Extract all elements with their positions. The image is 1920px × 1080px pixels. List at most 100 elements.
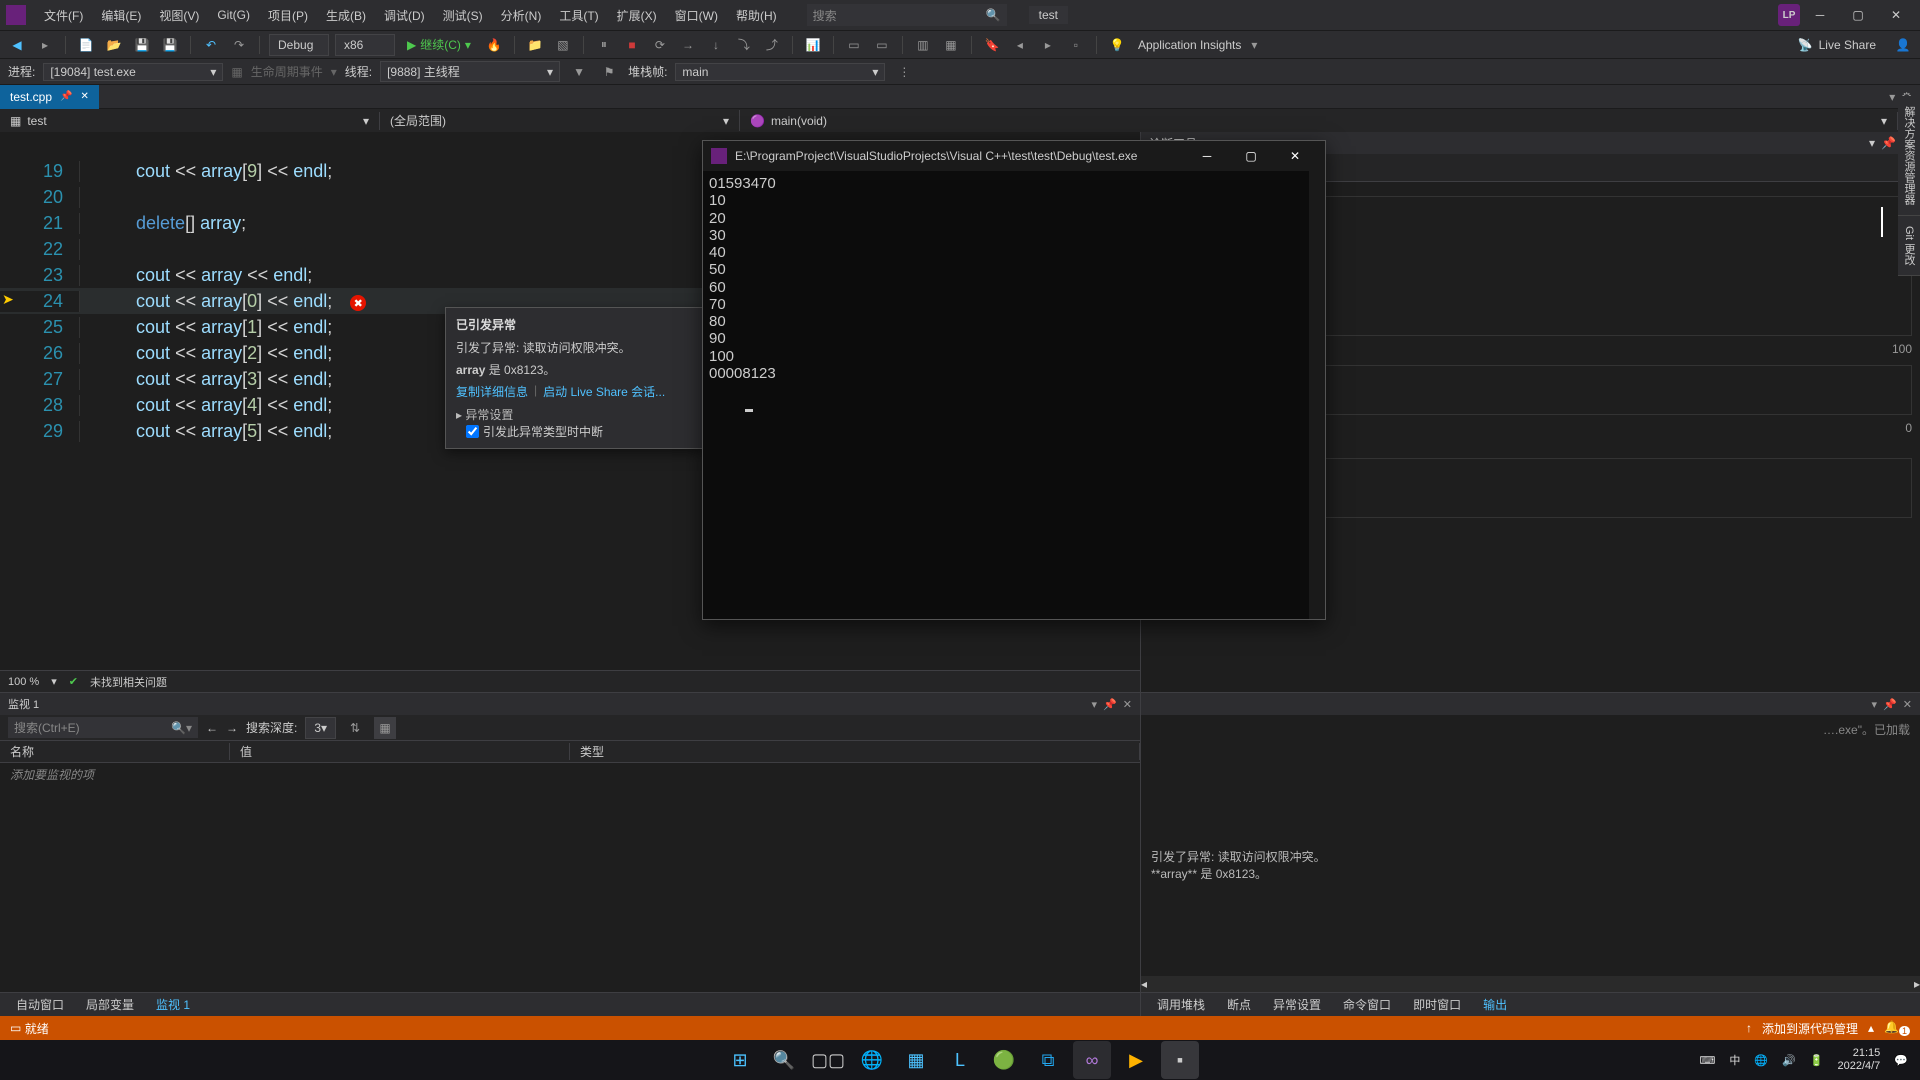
source-control-up-icon[interactable]: ↑ bbox=[1746, 1021, 1752, 1035]
source-control-label[interactable]: 添加到源代码管理 bbox=[1762, 1020, 1858, 1037]
continue-button[interactable]: ▶ 继续(C) ▾ bbox=[401, 36, 477, 53]
configuration-dropdown[interactable]: Debug bbox=[269, 34, 329, 56]
menu-build[interactable]: 生成(B) bbox=[318, 3, 374, 28]
save-icon[interactable]: 💾 bbox=[131, 34, 153, 56]
media-icon[interactable]: ▶ bbox=[1117, 1041, 1155, 1079]
sidetab-git-changes[interactable]: Git 更改 bbox=[1898, 216, 1920, 276]
new-item-icon[interactable]: 📄 bbox=[75, 34, 97, 56]
thread-dropdown[interactable]: [9888] 主线程▾ bbox=[380, 61, 560, 82]
tray-clock[interactable]: 21:15 2022/4/7 bbox=[1837, 1047, 1880, 1073]
output-dropdown-icon[interactable]: ▾ bbox=[1872, 698, 1878, 711]
menu-test[interactable]: 测试(S) bbox=[435, 3, 491, 28]
rulers-icon[interactable]: ▦ bbox=[940, 34, 962, 56]
bookmark-next-icon[interactable]: ▸ bbox=[1037, 34, 1059, 56]
save-all-icon[interactable]: 💾 bbox=[159, 34, 181, 56]
minimize-button[interactable]: ─ bbox=[1802, 1, 1838, 29]
output-body[interactable]: ….exe"。已加载 引发了异常: 读取访问权限冲突。 **array** 是 … bbox=[1141, 715, 1920, 976]
tab-exception-settings[interactable]: 异常设置 bbox=[1263, 993, 1331, 1016]
watch-col-name[interactable]: 名称 bbox=[0, 743, 230, 760]
app2-icon[interactable]: L bbox=[941, 1041, 979, 1079]
console-close-button[interactable]: ✕ bbox=[1273, 141, 1317, 171]
exc-break-checkbox[interactable] bbox=[466, 425, 479, 438]
tab-watch1[interactable]: 监视 1 bbox=[146, 993, 200, 1016]
terminal-icon[interactable]: ▪ bbox=[1161, 1041, 1199, 1079]
search-next-icon[interactable]: → bbox=[226, 721, 238, 735]
menu-project[interactable]: 项目(P) bbox=[260, 3, 316, 28]
undo-icon[interactable]: ↶ bbox=[200, 34, 222, 56]
process-dropdown[interactable]: [19084] test.exe▾ bbox=[43, 63, 223, 81]
vscode-icon[interactable]: ⧉ bbox=[1029, 1041, 1067, 1079]
nav-fwd-icon[interactable]: ▸ bbox=[34, 34, 56, 56]
zoom-level[interactable]: 100 % bbox=[8, 676, 39, 688]
watch-col-value[interactable]: 值 bbox=[230, 743, 570, 760]
tab-command[interactable]: 命令窗口 bbox=[1333, 993, 1401, 1016]
tray-ime[interactable]: 中 bbox=[1729, 1052, 1740, 1068]
tab-output[interactable]: 输出 bbox=[1473, 993, 1517, 1016]
menu-file[interactable]: 文件(F) bbox=[36, 3, 91, 28]
device-icon[interactable]: ▥ bbox=[912, 34, 934, 56]
tray-battery-icon[interactable]: 🔋 bbox=[1810, 1054, 1824, 1067]
console-window[interactable]: E:\ProgramProject\VisualStudioProjects\V… bbox=[702, 140, 1326, 620]
taskview-icon[interactable]: ▢▢ bbox=[809, 1041, 847, 1079]
platform-dropdown[interactable]: x86 bbox=[335, 34, 395, 56]
panel-close-icon[interactable]: ✕ bbox=[1123, 698, 1132, 711]
exc-settings-header[interactable]: ▸ 异常设置 bbox=[456, 406, 694, 423]
redo-icon[interactable]: ↷ bbox=[228, 34, 250, 56]
step-out-icon[interactable]: ⤴ bbox=[761, 34, 783, 56]
tab-callstack[interactable]: 调用堆栈 bbox=[1147, 993, 1215, 1016]
output-pin-icon[interactable]: 📌 bbox=[1883, 698, 1897, 711]
tab-immediate[interactable]: 即时窗口 bbox=[1403, 993, 1471, 1016]
tray-notifications-icon[interactable]: 💬 bbox=[1894, 1054, 1908, 1067]
stop-icon[interactable]: ■ bbox=[621, 34, 643, 56]
output-close-icon[interactable]: ✕ bbox=[1903, 698, 1912, 711]
tab-autos[interactable]: 自动窗口 bbox=[6, 993, 74, 1016]
watch-search-input[interactable]: 搜索(Ctrl+E)🔍▾ bbox=[8, 717, 198, 738]
console-titlebar[interactable]: E:\ProgramProject\VisualStudioProjects\V… bbox=[703, 141, 1325, 171]
chrome-icon[interactable]: 🟢 bbox=[985, 1041, 1023, 1079]
menu-git[interactable]: Git(G) bbox=[209, 4, 258, 26]
diag-pin-icon[interactable]: 📌 bbox=[1881, 136, 1896, 150]
filter-icon[interactable]: ▼ bbox=[568, 61, 590, 83]
step-next-icon[interactable]: → bbox=[677, 34, 699, 56]
user-avatar[interactable]: LP bbox=[1778, 4, 1800, 26]
restart-icon[interactable]: ⟳ bbox=[649, 34, 671, 56]
watch-add-row[interactable]: 添加要监视的项 bbox=[0, 763, 1140, 785]
nav-back-icon[interactable]: ◀ bbox=[6, 34, 28, 56]
console-scrollbar[interactable] bbox=[1309, 171, 1325, 619]
bookmark-prev-icon[interactable]: ◂ bbox=[1009, 34, 1031, 56]
menu-debug[interactable]: 调试(D) bbox=[376, 3, 433, 28]
flag-icon[interactable]: ⚑ bbox=[598, 61, 620, 83]
feedback-icon[interactable]: 👤 bbox=[1892, 34, 1914, 56]
hot-reload-icon[interactable]: 🔥 bbox=[483, 34, 505, 56]
box2-icon[interactable]: ▭ bbox=[871, 34, 893, 56]
close-button[interactable]: ✕ bbox=[1878, 1, 1914, 29]
global-search-input[interactable]: 搜索 🔍 bbox=[807, 4, 1007, 26]
live-share-button[interactable]: 📡 Live Share bbox=[1788, 38, 1886, 52]
step-over-icon[interactable]: ⤵ bbox=[733, 34, 755, 56]
watch-opt2-icon[interactable]: ▦ bbox=[374, 717, 396, 739]
menu-help[interactable]: 帮助(H) bbox=[728, 3, 785, 28]
pause-icon[interactable]: ⏸ bbox=[593, 34, 615, 56]
maximize-button[interactable]: ▢ bbox=[1840, 1, 1876, 29]
edge-icon[interactable]: 🌐 bbox=[853, 1041, 891, 1079]
depth-dropdown[interactable]: 3 ▾ bbox=[305, 717, 336, 739]
bookmark-clear-icon[interactable]: ▫ bbox=[1065, 34, 1087, 56]
tab-test-cpp[interactable]: test.cpp 📌 ✕ bbox=[0, 85, 99, 109]
console-body[interactable]: 01593470 10 20 30 40 50 60 70 80 90 100 … bbox=[703, 171, 1325, 619]
nav-project-dropdown[interactable]: ▦ test▾ bbox=[0, 112, 380, 130]
box1-icon[interactable]: ▭ bbox=[843, 34, 865, 56]
bookmark-icon[interactable]: 🔖 bbox=[981, 34, 1003, 56]
tray-keyboard-icon[interactable]: ⌨ bbox=[1699, 1054, 1715, 1067]
stackframe-dropdown[interactable]: main▾ bbox=[675, 63, 885, 81]
snapshot-icon[interactable]: ▧ bbox=[552, 34, 574, 56]
start-icon[interactable]: ⊞ bbox=[721, 1041, 759, 1079]
folder-icon[interactable]: 📁 bbox=[524, 34, 546, 56]
pin-icon[interactable]: 📌 bbox=[60, 91, 72, 102]
watch-opt1-icon[interactable]: ⇅ bbox=[344, 717, 366, 739]
menu-window[interactable]: 窗口(W) bbox=[667, 3, 726, 28]
menu-extensions[interactable]: 扩展(X) bbox=[609, 3, 665, 28]
tray-volume-icon[interactable]: 🔊 bbox=[1782, 1054, 1796, 1067]
nav-function-dropdown[interactable]: 🟣 main(void)▾ bbox=[740, 112, 1898, 130]
menu-tools[interactable]: 工具(T) bbox=[551, 3, 606, 28]
tab-breakpoints[interactable]: 断点 bbox=[1217, 993, 1261, 1016]
